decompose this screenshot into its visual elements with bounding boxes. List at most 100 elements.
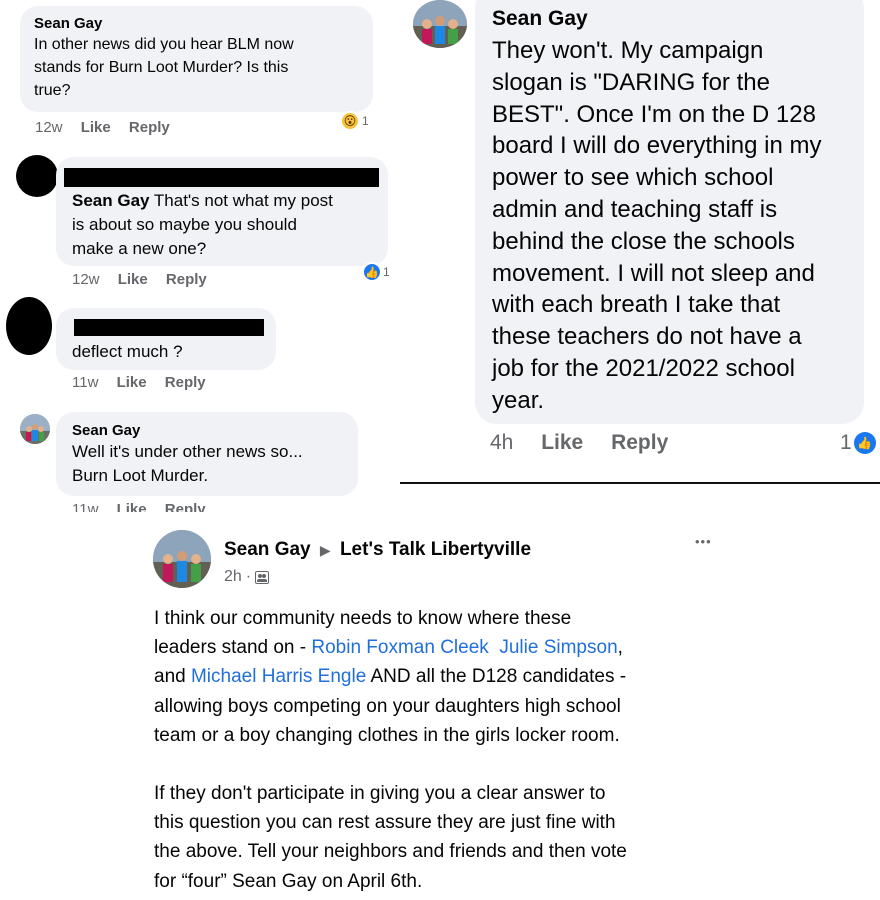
comment-text-line: slogan is "DARING for the	[492, 68, 770, 96]
post-header: Sean Gay ▶ Let's Talk Libertyville	[224, 538, 531, 562]
redacted-name-bar	[64, 168, 379, 187]
avatar[interactable]	[16, 155, 58, 197]
reply-button[interactable]: Reply	[166, 271, 207, 288]
like-reaction-icon: 👍	[853, 432, 876, 454]
comment-meta: 11w Like Reply	[72, 501, 220, 512]
comment-time[interactable]: 4h	[490, 431, 513, 454]
like-button[interactable]: Like	[117, 501, 147, 512]
comment-time[interactable]: 12w	[72, 271, 100, 288]
comment-text-line: make a new one?	[72, 239, 207, 258]
comment-text: That's not what my post	[149, 191, 333, 210]
post-text: and	[154, 666, 191, 688]
comment-text-line: movement. I will not sleep and	[492, 259, 815, 287]
comment-text-line: admin and teaching staff is	[492, 195, 778, 223]
post-text-line: team or a boy changing clothes in the gi…	[154, 724, 620, 746]
comment-text-line: job for the 2021/2022 school	[492, 354, 795, 382]
profile-photo-icon	[413, 0, 467, 48]
panel-c: Sean Gay ▶ Let's Talk Libertyville 2h · …	[135, 520, 735, 900]
post-text: ,	[617, 637, 623, 659]
comment-meta: 4h Like Reply	[490, 431, 682, 455]
post-text-line: the above. Tell your neighbors and frien…	[154, 841, 627, 863]
comment-text-line: with each breath I take that	[492, 291, 781, 319]
post-subheader: 2h ·	[224, 568, 270, 586]
reply-button[interactable]: Reply	[611, 431, 668, 454]
separator-dot: ·	[245, 568, 252, 585]
comment-time[interactable]: 12w	[35, 119, 63, 136]
comment-text-line: stands for Burn Loot Murder? Is this	[34, 59, 289, 76]
reaction-badge[interactable]: 1 👍	[840, 431, 876, 455]
comment-author[interactable]: Sean Gay	[72, 191, 150, 210]
reaction-count: 1	[383, 265, 390, 279]
panel-b: Sean Gay They won't. My campaign slogan …	[400, 0, 880, 484]
comment-text-line: Burn Loot Murder.	[72, 466, 209, 485]
like-button[interactable]: Like	[118, 271, 148, 288]
more-options-icon[interactable]: •••	[695, 534, 712, 549]
like-button[interactable]: Like	[81, 119, 111, 136]
comment-text-line: these teachers do not have a	[492, 323, 802, 351]
reaction-count: 1	[840, 431, 852, 454]
tagged-person-link[interactable]: Michael Harris Engle	[191, 666, 366, 687]
comment-bubble-2: Sean Gay That's not what my post is abou…	[56, 157, 388, 266]
post-text-line: and Michael Harris Engle AND all the D12…	[154, 662, 734, 691]
post-author[interactable]: Sean Gay	[224, 539, 311, 560]
comment-time[interactable]: 11w	[72, 501, 98, 512]
reaction-badge[interactable]: 👍 1	[362, 262, 390, 282]
comment-bubble-large: Sean Gay They won't. My campaign slogan …	[475, 0, 864, 424]
post-text-line: this question you can rest assure they a…	[154, 812, 616, 834]
comment-text-line: year.	[492, 386, 545, 414]
comment-bubble-3: deflect much ?	[56, 308, 276, 370]
comment-text-line: Well it's under other news so...	[72, 442, 303, 461]
avatar[interactable]	[6, 297, 52, 355]
comment-text-line: power to see which school	[492, 164, 774, 192]
post-text-line: I think our community needs to know wher…	[154, 608, 572, 629]
like-button[interactable]: Like	[541, 431, 583, 454]
avatar[interactable]	[20, 414, 50, 444]
comment-text-line: They won't. My campaign	[492, 37, 764, 64]
avatar[interactable]	[413, 0, 467, 48]
comment-meta: 12w Like Reply	[72, 271, 221, 288]
post-time[interactable]: 2h	[224, 568, 242, 586]
post-text: leaders stand on -	[154, 637, 312, 659]
comment-meta: 12w Like Reply	[35, 119, 184, 136]
comment-author[interactable]: Sean Gay	[492, 6, 847, 31]
comment-bubble-4: Sean Gay Well it's under other news so..…	[56, 412, 358, 496]
reaction-count: 1	[362, 114, 369, 128]
reply-button[interactable]: Reply	[129, 119, 170, 136]
redacted-name-bar	[74, 319, 264, 336]
comment-bubble-1: Sean Gay In other news did you hear BLM …	[20, 6, 373, 112]
post-text: AND all the D128 candidates -	[366, 666, 627, 688]
comment-text-line: board I will do everything in my	[492, 132, 822, 160]
post-text-line: for “four” Sean Gay on April 6th.	[154, 870, 423, 892]
comment-text-line: true?	[34, 82, 71, 99]
comment-text-line: BEST". Once I'm on the D 128	[492, 100, 816, 128]
tagged-person-link[interactable]: Julie Simpson	[499, 637, 617, 658]
group-audience-icon	[255, 570, 270, 584]
arrow-right-icon: ▶	[319, 542, 331, 558]
comment-meta: 11w Like Reply	[72, 374, 220, 391]
comment-author[interactable]: Sean Gay	[34, 15, 359, 33]
post-text-line: allowing boys competing on your daughter…	[154, 695, 621, 717]
like-reaction-icon: 👍	[362, 262, 382, 282]
comment-text-line: is about so maybe you should	[72, 215, 297, 234]
reply-button[interactable]: Reply	[165, 374, 206, 391]
reaction-badge[interactable]: 😮 1	[340, 111, 369, 131]
post-body: I think our community needs to know wher…	[154, 604, 734, 896]
comment-author[interactable]: Sean Gay	[72, 422, 342, 440]
post-text-line: leaders stand on - Robin Foxman Cleek Ju…	[154, 633, 734, 662]
post-text-line: If they don't participate in giving you …	[154, 783, 606, 805]
wow-reaction-icon: 😮	[340, 111, 360, 131]
tagged-person-link[interactable]: Robin Foxman Cleek	[311, 637, 488, 658]
comment-text-line: In other news did you hear BLM now	[34, 36, 294, 53]
like-button[interactable]: Like	[117, 374, 147, 391]
group-name[interactable]: Let's Talk Libertyville	[340, 539, 531, 560]
comment-text: deflect much ?	[72, 342, 183, 361]
comment-time[interactable]: 11w	[72, 374, 98, 391]
reply-button[interactable]: Reply	[165, 501, 206, 512]
panel-divider	[400, 482, 880, 484]
panel-a: Sean Gay In other news did you hear BLM …	[0, 0, 400, 512]
profile-photo-icon	[153, 530, 211, 588]
profile-photo-icon	[20, 414, 50, 444]
comment-text-line: Sean Gay That's not what my post	[72, 189, 372, 213]
avatar[interactable]	[153, 530, 211, 588]
